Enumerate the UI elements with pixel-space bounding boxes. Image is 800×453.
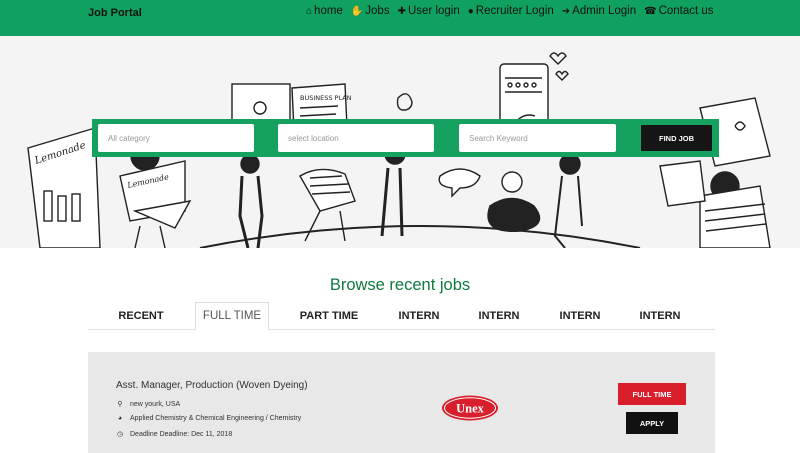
clock-icon: ◷ [116,431,124,438]
company-logo-text: Unex [456,402,485,416]
brand-logo[interactable]: Job Portal [88,7,142,19]
apply-button[interactable]: APPLY [626,412,678,434]
job-deadline-row: ◷ Deadline Deadline: Dec 11, 2018 [116,430,233,439]
job-title[interactable]: Asst. Manager, Production (Woven Dyeing) [116,380,308,391]
user-plus-icon: ✚ [397,5,406,17]
job-field-row: ◕ Applied Chemistry & Chemical Engineeri… [116,415,301,422]
job-location-row: ⚲ new yourk, USA [116,400,181,409]
job-card: Asst. Manager, Production (Woven Dyeing)… [88,352,715,453]
nav-home-label: home [314,5,343,17]
handshake-icon: ✋ [350,5,364,17]
nav-user-login-label: User login [407,5,460,17]
job-type-tabs: RECENT FULL TIME PART TIME INTERN INTERN… [88,302,715,331]
category-select[interactable] [98,124,254,152]
tab-intern-4[interactable]: INTERN [623,302,697,330]
sign-in-icon: ➔ [561,5,571,17]
home-icon: ⌂ [306,5,313,17]
nav-recruiter-login[interactable]: ● Recruiter Login [468,5,554,17]
section-title: Browse recent jobs [329,276,471,294]
pie-chart-icon: ◕ [117,415,123,422]
tab-full-time[interactable]: FULL TIME [195,302,269,331]
nav-user-login[interactable]: ✚ User login [398,5,460,17]
nav-home[interactable]: ⌂ home [306,5,343,17]
job-location: new yourk, USA [130,400,181,408]
tab-intern-1[interactable]: INTERN [382,302,456,330]
nav-contact-us[interactable]: ☎ Contact us [644,5,713,17]
hero-banner: Lemonade Lemonade BUSINESS PLAN All cate… [0,36,800,248]
map-marker-icon: ⚲ [117,401,123,408]
top-navbar: Job Portal ⌂ home ✋ Jobs ✚ User login ● Recr… [0,0,800,36]
user-icon: ● [467,5,474,17]
job-deadline: Deadline Deadline: Dec 11, 2018 [130,430,233,438]
full-time-badge-button[interactable]: FULL TIME [618,383,686,405]
nav-admin-login[interactable]: ➔ Admin Login [562,5,636,17]
job-field: Applied Chemistry & Chemical Engineering… [130,415,302,422]
sketch-business-plan: BUSINESS PLAN [300,94,352,102]
find-job-button[interactable]: FIND JOB [641,125,712,151]
nav-jobs-label: Jobs [365,5,390,17]
phone-icon: ☎ [644,5,657,17]
tab-recent[interactable]: RECENT [104,302,178,330]
nav-contact-us-label: Contact us [658,5,714,17]
tab-intern-2[interactable]: INTERN [462,302,536,330]
location-select[interactable] [278,124,434,152]
tab-intern-3[interactable]: INTERN [543,302,617,330]
nav-jobs[interactable]: ✋ Jobs [351,5,390,17]
nav-recruiter-login-label: Recruiter Login [475,5,554,17]
nav-admin-login-label: Admin Login [572,5,637,17]
search-bar: FIND JOB [92,119,719,157]
tab-part-time[interactable]: PART TIME [292,302,366,330]
nav-menu: ⌂ home ✋ Jobs ✚ User login ● Recruiter Login… [306,5,714,17]
company-logo: Unex [442,395,498,421]
keyword-input[interactable] [459,124,616,152]
